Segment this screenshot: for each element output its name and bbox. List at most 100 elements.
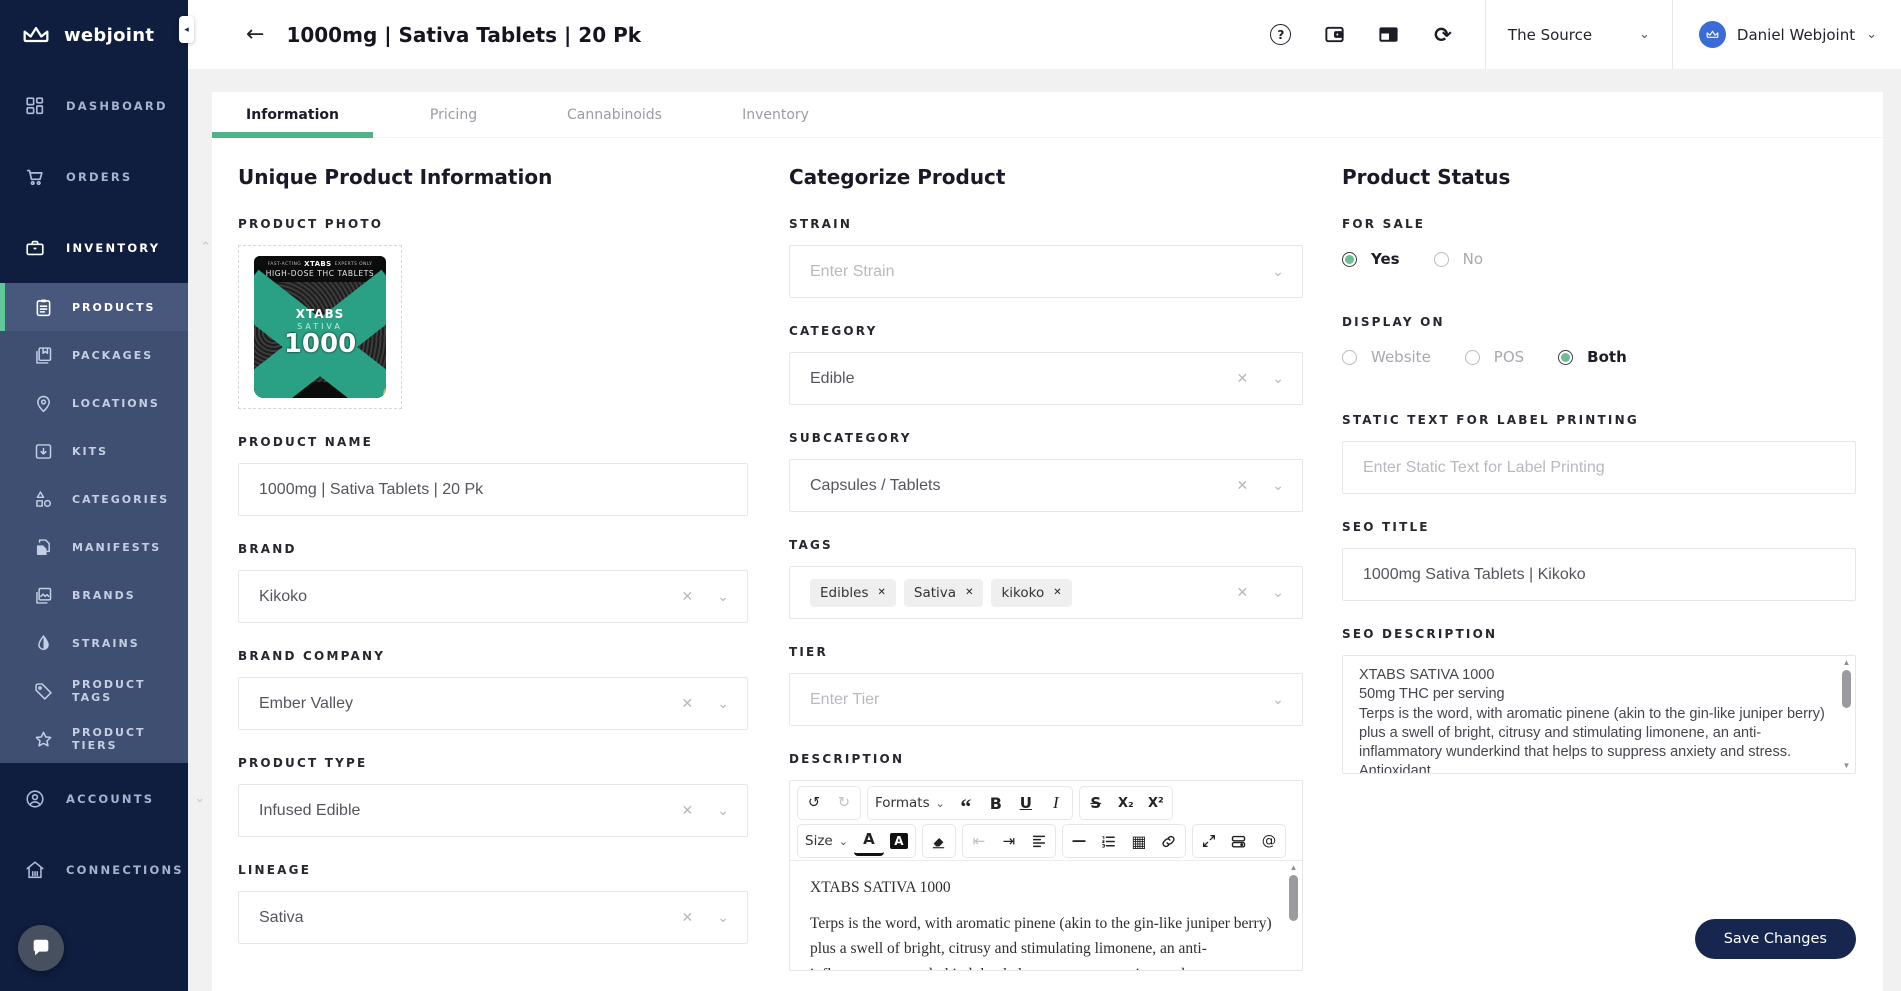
redo-button[interactable]: ↻ bbox=[829, 788, 859, 818]
save-changes-button[interactable]: Save Changes bbox=[1695, 919, 1856, 959]
table-button[interactable]: ▦ bbox=[1124, 826, 1154, 856]
cash-drawer-icon[interactable] bbox=[1377, 23, 1401, 47]
blockquote-button[interactable]: “ bbox=[951, 788, 981, 818]
bold-button[interactable]: B bbox=[981, 788, 1011, 818]
sidebar-item-label: ACCOUNTS bbox=[66, 792, 154, 806]
clear-icon[interactable]: ✕ bbox=[682, 910, 694, 926]
chat-launcher[interactable] bbox=[18, 925, 64, 971]
chevron-down-icon[interactable]: ⌄ bbox=[717, 803, 729, 819]
link-button[interactable] bbox=[1154, 826, 1184, 856]
product-photo-dropzone[interactable]: FAST-ACTING XTABS EXPERTS ONLY HIGH-DOSE… bbox=[238, 245, 402, 409]
seo-description-box[interactable]: XTABS SATIVA 1000 50mg THC per serving T… bbox=[1342, 655, 1856, 774]
chevron-down-icon[interactable]: ⌄ bbox=[717, 910, 729, 926]
scroll-up-icon[interactable]: ▲ bbox=[1290, 863, 1298, 873]
clear-icon[interactable]: ✕ bbox=[1237, 585, 1249, 601]
tier-select[interactable]: Enter Tier ⌄ bbox=[789, 673, 1303, 726]
radio-for-sale-yes[interactable]: Yes bbox=[1342, 250, 1400, 268]
chevron-down-icon[interactable]: ⌄ bbox=[1272, 264, 1284, 280]
remove-tag-icon[interactable]: ✕ bbox=[878, 587, 886, 598]
size-dropdown[interactable]: Size ⌄ bbox=[799, 826, 854, 856]
brand-select[interactable]: Kikoko ✕ ⌄ bbox=[238, 570, 748, 623]
description-editor-content[interactable]: XTABS SATIVA 1000 Terps is the word, wit… bbox=[790, 860, 1302, 970]
scrollbar-thumb[interactable] bbox=[1842, 670, 1851, 708]
seo-title-input[interactable]: 1000mg Sativa Tablets | Kikoko bbox=[1342, 548, 1856, 601]
ordered-list-button[interactable] bbox=[1094, 826, 1124, 856]
chevron-down-icon[interactable]: ⌄ bbox=[717, 589, 729, 605]
category-select[interactable]: Edible ✕ ⌄ bbox=[789, 352, 1303, 405]
static-text-input[interactable]: Enter Static Text for Label Printing bbox=[1342, 441, 1856, 494]
scroll-up-icon[interactable]: ▲ bbox=[1843, 658, 1851, 668]
tab-information[interactable]: Information bbox=[212, 92, 373, 137]
chevron-down-icon[interactable]: ⌄ bbox=[1272, 478, 1284, 494]
chevron-down-icon[interactable]: ⌄ bbox=[1272, 371, 1284, 387]
clear-icon[interactable]: ✕ bbox=[682, 696, 694, 712]
chevron-down-icon: ⌄ bbox=[936, 797, 945, 810]
underline-button[interactable]: U bbox=[1011, 788, 1041, 818]
superscript-button[interactable]: X² bbox=[1141, 788, 1171, 818]
clear-icon[interactable]: ✕ bbox=[682, 589, 694, 605]
scrollbar-thumb[interactable] bbox=[1289, 875, 1298, 921]
tab-inventory[interactable]: Inventory bbox=[695, 92, 856, 137]
mention-search-button[interactable]: @ bbox=[1254, 826, 1284, 856]
brand-company-select[interactable]: Ember Valley ✕ ⌄ bbox=[238, 677, 748, 730]
scroll-down-icon[interactable]: ▼ bbox=[1843, 761, 1851, 771]
chevron-down-icon[interactable]: ⌄ bbox=[1272, 692, 1284, 708]
sidebar-item-strains[interactable]: STRAINS bbox=[0, 619, 188, 667]
sidebar-item-orders[interactable]: ORDERS bbox=[0, 141, 188, 212]
sidebar-item-brands[interactable]: BRANDS bbox=[0, 571, 188, 619]
sidebar-item-dashboard[interactable]: DASHBOARD bbox=[0, 70, 188, 141]
sidebar-item-categories[interactable]: CATEGORIES bbox=[0, 475, 188, 523]
radio-display-both[interactable]: Both bbox=[1558, 348, 1627, 366]
background-color-button[interactable]: A bbox=[884, 826, 914, 856]
subscript-button[interactable]: X₂ bbox=[1111, 788, 1141, 818]
location-selector[interactable]: The Source ⌄ bbox=[1486, 0, 1672, 69]
chevron-down-icon[interactable]: ⌄ bbox=[717, 696, 729, 712]
sidebar-item-kits[interactable]: KITS bbox=[0, 427, 188, 475]
remove-format-eraser-button[interactable] bbox=[924, 826, 954, 856]
align-left-button[interactable] bbox=[1024, 826, 1054, 856]
help-icon[interactable]: ? bbox=[1269, 23, 1293, 47]
formats-dropdown[interactable]: Formats ⌄ bbox=[869, 788, 951, 818]
subcategory-select[interactable]: Capsules / Tablets ✕ ⌄ bbox=[789, 459, 1303, 512]
sidebar-item-product-tiers[interactable]: PRODUCT TIERS bbox=[0, 715, 188, 763]
tab-cannabinoids[interactable]: Cannabinoids bbox=[534, 92, 695, 137]
clear-icon[interactable]: ✕ bbox=[1237, 478, 1249, 494]
italic-button[interactable]: I bbox=[1041, 788, 1071, 818]
lineage-select[interactable]: Sativa ✕ ⌄ bbox=[238, 891, 748, 944]
remove-tag-icon[interactable]: ✕ bbox=[1053, 587, 1061, 598]
radio-display-website[interactable]: Website bbox=[1342, 348, 1431, 366]
sidebar-item-products[interactable]: PRODUCTS bbox=[0, 283, 188, 331]
clear-icon[interactable]: ✕ bbox=[682, 803, 694, 819]
tab-pricing[interactable]: Pricing bbox=[373, 92, 534, 137]
radio-display-pos[interactable]: POS bbox=[1465, 348, 1524, 366]
refresh-icon[interactable]: ⟳ bbox=[1431, 23, 1455, 47]
sidebar-item-packages[interactable]: PACKAGES bbox=[0, 331, 188, 379]
strain-select[interactable]: Enter Strain ⌄ bbox=[789, 245, 1303, 298]
sidebar-collapse-toggle[interactable]: ◂ bbox=[179, 16, 194, 43]
undo-button[interactable]: ↺ bbox=[799, 788, 829, 818]
text-color-button[interactable]: A bbox=[854, 826, 884, 856]
sidebar-item-inventory[interactable]: INVENTORY ⌃ bbox=[0, 212, 188, 283]
indent-button[interactable]: ⇥ bbox=[994, 826, 1024, 856]
horizontal-rule-button[interactable]: — bbox=[1064, 826, 1094, 856]
remove-tag-icon[interactable]: ✕ bbox=[965, 587, 973, 598]
sidebar-item-connections[interactable]: CONNECTIONS bbox=[0, 834, 188, 905]
tags-multiselect[interactable]: Edibles ✕ Sativa ✕ kikoko ✕ ✕ ⌄ bbox=[789, 566, 1303, 619]
product-name-input[interactable]: 1000mg | Sativa Tablets | 20 Pk bbox=[238, 463, 748, 516]
radio-for-sale-no[interactable]: No bbox=[1434, 250, 1483, 268]
chevron-down-icon[interactable]: ⌄ bbox=[1272, 585, 1284, 601]
sidebar-item-accounts[interactable]: ACCOUNTS ⌄ bbox=[0, 763, 188, 834]
fullscreen-button[interactable] bbox=[1194, 826, 1224, 856]
sidebar-item-locations[interactable]: LOCATIONS bbox=[0, 379, 188, 427]
brand-logo[interactable]: webjoint bbox=[0, 0, 188, 70]
user-menu[interactable]: Daniel Webjoint ⌄ bbox=[1673, 0, 1901, 69]
outdent-button[interactable]: ⇤ bbox=[964, 826, 994, 856]
sidebar-item-product-tags[interactable]: PRODUCT TAGS bbox=[0, 667, 188, 715]
strikethrough-button[interactable]: S bbox=[1081, 788, 1111, 818]
wallet-icon[interactable] bbox=[1323, 23, 1347, 47]
back-button[interactable]: ← bbox=[246, 22, 264, 47]
clear-icon[interactable]: ✕ bbox=[1237, 371, 1249, 387]
product-type-select[interactable]: Infused Edible ✕ ⌄ bbox=[238, 784, 748, 837]
sidebar-item-manifests[interactable]: MANIFESTS bbox=[0, 523, 188, 571]
media-embed-button[interactable] bbox=[1224, 826, 1254, 856]
